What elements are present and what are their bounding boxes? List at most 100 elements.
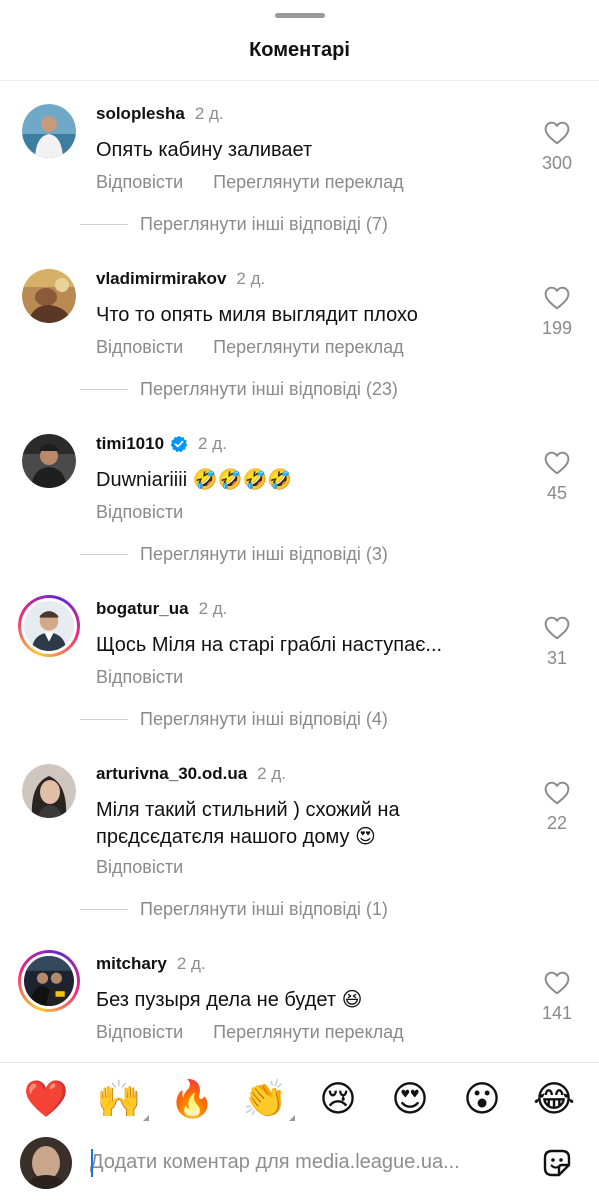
comment-time: 2 д. <box>176 954 206 973</box>
comment-actions: Відповісти Переглянути переклад <box>96 172 404 193</box>
comment-text: Міля такий стильний ) схожий на прєдсєда… <box>96 799 400 848</box>
sticker-button[interactable] <box>540 1146 574 1180</box>
quick-reactions-bar: ❤️ 🙌 🔥 👏 😢 😍 😮 😂 <box>0 1070 599 1130</box>
heart-outline-icon[interactable] <box>544 971 570 995</box>
title-divider <box>0 80 599 81</box>
see-translation-button[interactable]: Переглянути переклад <box>213 337 404 358</box>
like-count: 22 <box>546 813 568 833</box>
sheet-title: Коментарі <box>249 39 350 61</box>
reply-button[interactable]: Відповісти <box>96 172 183 193</box>
reaction-heart-eyes[interactable]: 😍 <box>386 1075 434 1123</box>
comment-item: bogatur_ua 2 д. Щось Міля на старі грабл… <box>0 579 599 744</box>
view-more-replies[interactable]: Переглянути інші відповіді (7) <box>80 214 388 235</box>
skin-tone-indicator-icon <box>143 1115 149 1121</box>
avatar[interactable] <box>22 434 76 488</box>
like-count: 141 <box>541 1003 573 1023</box>
avatar-photo <box>22 269 76 323</box>
comment-time: 2 д. <box>257 764 286 783</box>
comment-header: vladimirmirakov 2 д. <box>96 269 265 289</box>
username[interactable]: soloplesha <box>96 104 185 124</box>
comment-text: Без пузыря дела не будет 😆 <box>96 989 363 1011</box>
comment-item: arturivna_30.od.ua 2 д. Міля такий стиль… <box>0 744 599 934</box>
avatar[interactable] <box>22 269 76 323</box>
current-user-avatar <box>20 1137 72 1189</box>
reply-button[interactable]: Відповісти <box>96 502 183 523</box>
view-more-replies-label: Переглянути інші відповіді (7) <box>140 214 388 234</box>
drag-handle[interactable] <box>275 13 325 18</box>
username[interactable]: timi1010 <box>96 434 164 454</box>
comment-header: bogatur_ua 2 д. <box>96 599 227 619</box>
reply-button[interactable]: Відповісти <box>96 1022 183 1043</box>
reaction-fire[interactable]: 🔥 <box>168 1075 216 1123</box>
comment-actions: Відповісти <box>96 857 183 878</box>
username[interactable]: vladimirmirakov <box>96 269 226 289</box>
comment-item: vladimirmirakov 2 д. Что то опять миля в… <box>0 249 599 414</box>
heart-outline-icon[interactable] <box>544 451 570 475</box>
replies-divider-line <box>80 389 128 390</box>
comment-text: Что то опять миля выглядит плохо <box>96 304 418 326</box>
heart-outline-icon[interactable] <box>544 286 570 310</box>
like-count: 199 <box>541 318 573 338</box>
reaction-raised-hands[interactable]: 🙌 <box>95 1075 149 1123</box>
comment-actions: Відповісти Переглянути переклад <box>96 1022 404 1043</box>
replies-divider-line <box>80 719 128 720</box>
reaction-clapping[interactable]: 👏 <box>241 1075 295 1123</box>
username[interactable]: mitchary <box>96 954 167 974</box>
comment-time: 2 д. <box>194 104 224 123</box>
reaction-surprised[interactable]: 😮 <box>458 1075 506 1123</box>
view-more-replies[interactable]: Переглянути інші відповіді (3) <box>80 544 388 565</box>
replies-divider-line <box>80 909 128 910</box>
comment-time: 2 д. <box>198 599 228 618</box>
comment-time: 2 д. <box>198 434 227 453</box>
comment-header: timi1010 2 д. <box>96 434 227 454</box>
replies-divider-line <box>80 224 128 225</box>
avatar[interactable] <box>22 764 76 818</box>
view-more-replies-label: Переглянути інші відповіді (1) <box>140 899 388 919</box>
comment-actions: Відповісти <box>96 667 183 688</box>
heart-outline-icon[interactable] <box>544 121 570 145</box>
comment-item: timi1010 2 д. Duwniariiii 🤣🤣🤣🤣 Відповіст… <box>0 414 599 579</box>
avatar-photo <box>24 956 74 1006</box>
replies-divider-line <box>80 554 128 555</box>
heart-outline-icon[interactable] <box>544 781 570 805</box>
view-more-replies[interactable]: Переглянути інші відповіді (23) <box>80 379 398 400</box>
heart-outline-icon[interactable] <box>544 616 570 640</box>
comment-text: Щось Міля на старі граблі наступає... <box>96 634 443 656</box>
like-control: 22 <box>536 781 578 834</box>
comment-input[interactable] <box>90 1146 520 1178</box>
text-cursor <box>91 1149 93 1177</box>
username[interactable]: arturivna_30.od.ua <box>96 764 247 784</box>
avatar-photo <box>22 764 76 818</box>
like-control: 45 <box>536 451 578 504</box>
reply-button[interactable]: Відповісти <box>96 337 183 358</box>
view-more-replies[interactable]: Переглянути інші відповіді (4) <box>80 709 388 730</box>
avatar-story-ring[interactable] <box>18 950 80 1012</box>
like-control: 141 <box>536 971 578 1024</box>
comments-sheet: Коментарі soloplesha 2 д. Опять кабину з… <box>0 0 599 1200</box>
avatar-story-ring[interactable] <box>18 595 80 657</box>
see-translation-button[interactable]: Переглянути переклад <box>213 1022 404 1043</box>
comment-composer <box>0 1132 599 1200</box>
view-more-replies-label: Переглянути інші відповіді (4) <box>140 709 388 729</box>
composer-divider <box>0 1062 599 1063</box>
reaction-crying[interactable]: 😢 <box>314 1075 362 1123</box>
reaction-heart[interactable]: ❤️ <box>22 1075 70 1123</box>
avatar-photo <box>22 104 76 158</box>
comment-actions: Відповісти Переглянути переклад <box>96 337 404 358</box>
avatar[interactable] <box>22 104 76 158</box>
like-count: 300 <box>541 153 573 173</box>
avatar-photo <box>24 601 74 651</box>
comment-text: Опять кабину заливает <box>96 139 313 161</box>
comment-item: mitchary 2 д. Без пузыря дела не будет 😆… <box>0 934 599 1062</box>
see-translation-button[interactable]: Переглянути переклад <box>213 172 404 193</box>
username[interactable]: bogatur_ua <box>96 599 189 619</box>
sticker-icon <box>543 1149 571 1177</box>
comment-text: Duwniariiii 🤣🤣🤣🤣 <box>96 469 293 491</box>
verified-badge-icon <box>170 435 188 453</box>
reply-button[interactable]: Відповісти <box>96 667 183 688</box>
comment-time: 2 д. <box>236 269 266 288</box>
reaction-laughing[interactable]: 😂 <box>530 1075 578 1123</box>
skin-tone-indicator-icon <box>289 1115 295 1121</box>
reply-button[interactable]: Відповісти <box>96 857 183 878</box>
view-more-replies[interactable]: Переглянути інші відповіді (1) <box>80 899 388 920</box>
